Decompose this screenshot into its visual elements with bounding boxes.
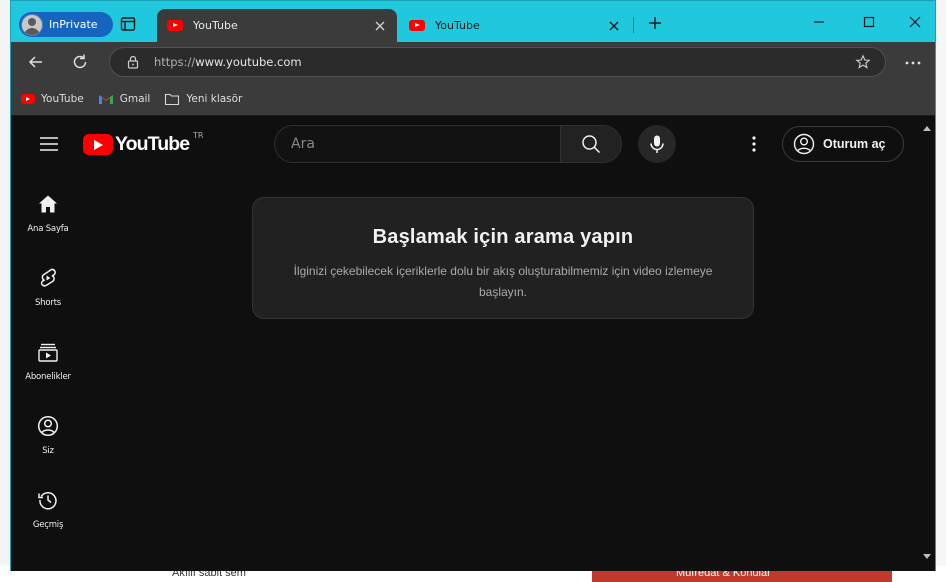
bookmark-label: Gmail bbox=[119, 93, 151, 105]
guide-item-label: Ana Sayfa bbox=[27, 224, 69, 234]
hamburger-menu-icon[interactable] bbox=[39, 136, 59, 152]
account-circle-icon bbox=[793, 133, 815, 155]
youtube-page: YouTube TR Oturum aç Ana Sayfa Shorts bbox=[11, 115, 935, 571]
sign-in-button[interactable]: Oturum aç bbox=[782, 126, 904, 162]
lock-icon[interactable] bbox=[126, 55, 140, 69]
scroll-down-arrow-icon[interactable] bbox=[923, 554, 931, 559]
browser-toolbar: https://www.youtube.com bbox=[11, 42, 935, 83]
tab-title: YouTube bbox=[435, 19, 480, 32]
close-window-icon[interactable] bbox=[907, 14, 923, 30]
voice-search-button[interactable] bbox=[638, 125, 676, 163]
bookmark-folder[interactable]: Yeni klasör bbox=[164, 92, 242, 106]
guide-item-history[interactable]: Geçmiş bbox=[11, 489, 85, 530]
bookmarks-bar: YouTube Gmail Yeni klasör bbox=[11, 83, 935, 115]
search-box bbox=[274, 125, 560, 163]
maximize-icon[interactable] bbox=[861, 14, 877, 30]
bookmark-label: YouTube bbox=[41, 93, 84, 105]
search-button[interactable] bbox=[560, 125, 622, 163]
search-input[interactable] bbox=[275, 126, 535, 162]
folder-icon bbox=[165, 93, 180, 106]
gmail-icon bbox=[98, 95, 113, 104]
background-page-left-edge bbox=[0, 0, 10, 582]
close-tab-icon[interactable] bbox=[607, 19, 621, 33]
background-page-red-bar: Müfredat & Konular bbox=[592, 567, 892, 582]
browser-more-icon[interactable] bbox=[904, 54, 922, 72]
prompt-message: İlginizi çekebilecek içeriklerle dolu bi… bbox=[293, 264, 713, 299]
url-scheme: https:// bbox=[154, 55, 196, 69]
guide-item-label: Siz bbox=[42, 446, 54, 456]
guide-item-label: Shorts bbox=[34, 298, 62, 308]
youtube-play-icon bbox=[83, 134, 113, 155]
browser-window: InPrivate YouTube YouTube https://www.yo… bbox=[10, 0, 936, 571]
guide-item-subscriptions[interactable]: Abonelikler bbox=[11, 341, 85, 382]
search-icon bbox=[582, 135, 601, 154]
youtube-wordmark: YouTube bbox=[115, 133, 190, 155]
you-icon bbox=[37, 415, 59, 437]
back-arrow-icon[interactable] bbox=[27, 53, 45, 71]
refresh-icon[interactable] bbox=[71, 53, 89, 71]
bookmark-youtube[interactable]: YouTube bbox=[21, 93, 84, 105]
guide-item-shorts[interactable]: Shorts bbox=[11, 267, 85, 308]
browser-titlebar: InPrivate YouTube YouTube bbox=[11, 1, 935, 42]
home-icon bbox=[39, 195, 57, 213]
start-searching-card: Başlamak için arama yapın İlginizi çekeb… bbox=[252, 197, 754, 319]
url-host: www.youtube.com bbox=[195, 55, 302, 69]
microphone-icon bbox=[650, 135, 664, 153]
shorts-icon bbox=[40, 268, 56, 287]
youtube-logo[interactable]: YouTube TR bbox=[83, 131, 203, 156]
url-text[interactable]: https://www.youtube.com bbox=[154, 55, 855, 69]
tab-separator bbox=[633, 17, 634, 33]
guide-item-home[interactable]: Ana Sayfa bbox=[11, 193, 85, 234]
inprivate-profile-button[interactable]: InPrivate bbox=[19, 12, 113, 37]
youtube-favicon-icon bbox=[409, 20, 425, 31]
tab-title: YouTube bbox=[193, 19, 238, 32]
new-tab-icon[interactable] bbox=[647, 15, 663, 31]
tab-youtube-inactive[interactable]: YouTube bbox=[399, 9, 631, 42]
youtube-favicon-icon bbox=[167, 20, 183, 31]
youtube-icon bbox=[21, 94, 35, 104]
tab-youtube-active[interactable]: YouTube bbox=[157, 9, 397, 42]
sign-in-label: Oturum aç bbox=[823, 137, 886, 151]
profile-avatar-icon bbox=[21, 13, 43, 36]
guide-item-you[interactable]: Siz bbox=[11, 415, 85, 456]
close-tab-icon[interactable] bbox=[373, 19, 387, 33]
inprivate-label: InPrivate bbox=[49, 18, 98, 31]
favorite-star-icon[interactable] bbox=[855, 54, 871, 70]
subscriptions-icon bbox=[38, 343, 58, 362]
address-bar[interactable]: https://www.youtube.com bbox=[109, 47, 886, 77]
background-page-right-edge bbox=[936, 0, 946, 582]
guide-item-label: Geçmiş bbox=[32, 520, 64, 530]
settings-more-icon[interactable] bbox=[744, 134, 764, 154]
tab-actions-icon[interactable] bbox=[119, 15, 137, 33]
prompt-title: Başlamak için arama yapın bbox=[372, 226, 634, 248]
bookmark-gmail[interactable]: Gmail bbox=[98, 92, 151, 106]
scroll-up-arrow-icon[interactable] bbox=[923, 126, 931, 131]
guide-item-label: Abonelikler bbox=[25, 372, 71, 382]
bookmark-label: Yeni klasör bbox=[186, 93, 243, 105]
country-code: TR bbox=[193, 131, 204, 140]
minimize-icon[interactable] bbox=[811, 14, 827, 30]
history-icon bbox=[38, 492, 57, 510]
